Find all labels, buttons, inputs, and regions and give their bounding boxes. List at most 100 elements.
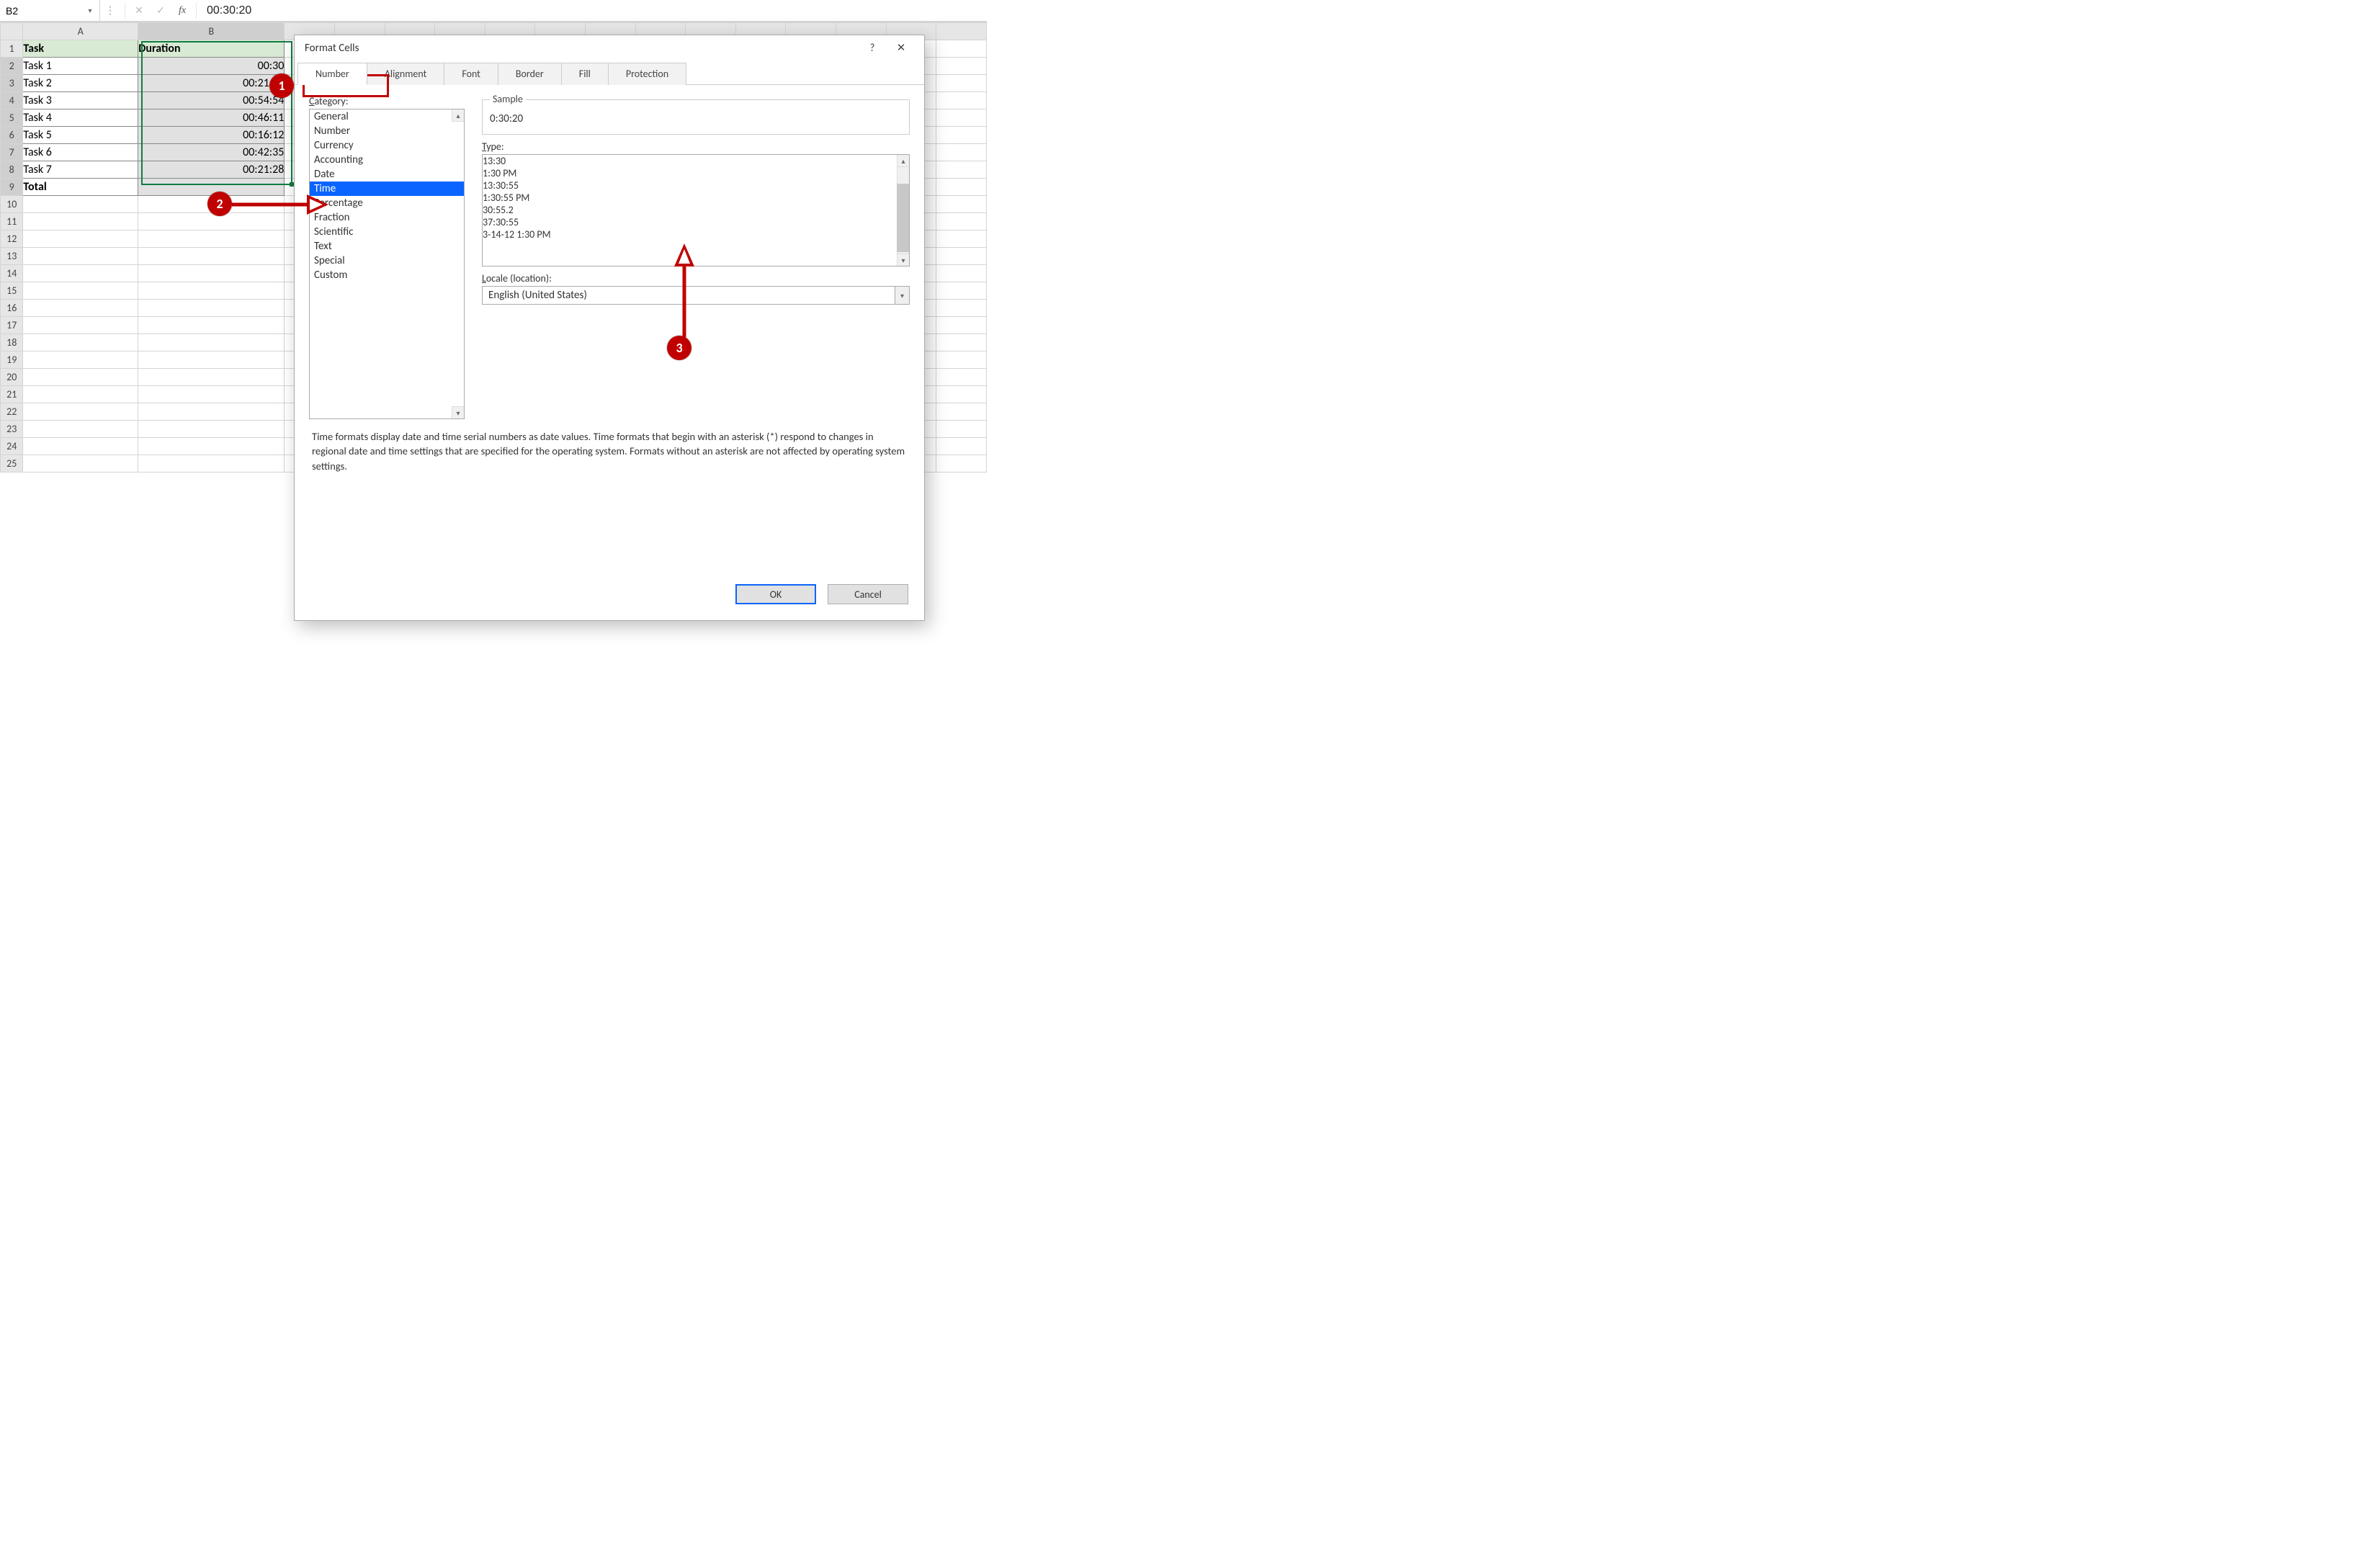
cell[interactable] bbox=[138, 455, 285, 472]
cell[interactable] bbox=[936, 386, 987, 403]
help-button[interactable]: ? bbox=[858, 42, 887, 55]
cell[interactable]: Task 1 bbox=[23, 58, 138, 75]
cell[interactable] bbox=[936, 109, 987, 127]
cell[interactable] bbox=[23, 438, 138, 455]
cell[interactable]: Task 2 bbox=[23, 75, 138, 92]
category-option[interactable]: General bbox=[310, 109, 464, 124]
cell[interactable]: Task 6 bbox=[23, 144, 138, 161]
category-list[interactable]: ▴ ▾ GeneralNumberCurrencyAccountingDateT… bbox=[309, 109, 465, 419]
ok-button[interactable]: OK bbox=[735, 584, 816, 604]
cell[interactable]: 00:16:12 bbox=[138, 127, 285, 144]
cell[interactable] bbox=[936, 300, 987, 317]
cell[interactable] bbox=[936, 369, 987, 386]
cell[interactable] bbox=[138, 248, 285, 265]
category-option[interactable]: Special bbox=[310, 254, 464, 268]
confirm-edit-icon[interactable]: ✓ bbox=[150, 0, 171, 21]
cell[interactable]: 00:21:13 bbox=[138, 75, 285, 92]
row-header[interactable]: 1 bbox=[1, 40, 23, 58]
cell[interactable] bbox=[23, 282, 138, 300]
cell[interactable] bbox=[936, 179, 987, 196]
row-header[interactable]: 16 bbox=[1, 300, 23, 317]
cell[interactable] bbox=[138, 386, 285, 403]
type-option[interactable]: 3-14-12 1:30 PM bbox=[483, 228, 909, 241]
cell[interactable] bbox=[936, 438, 987, 455]
cell[interactable] bbox=[138, 282, 285, 300]
close-button[interactable]: ✕ bbox=[887, 41, 916, 55]
category-option[interactable]: Time bbox=[310, 182, 464, 196]
row-header[interactable]: 21 bbox=[1, 386, 23, 403]
category-option[interactable]: Percentage bbox=[310, 196, 464, 210]
select-all-corner[interactable] bbox=[1, 23, 23, 40]
row-header[interactable]: 9 bbox=[1, 179, 23, 196]
cell[interactable] bbox=[138, 403, 285, 421]
row-header[interactable]: 22 bbox=[1, 403, 23, 421]
row-header[interactable]: 19 bbox=[1, 351, 23, 369]
scroll-down-icon[interactable]: ▾ bbox=[897, 254, 909, 266]
row-header[interactable]: 3 bbox=[1, 75, 23, 92]
tab-protection[interactable]: Protection bbox=[608, 63, 686, 85]
cell[interactable] bbox=[23, 230, 138, 248]
row-header[interactable]: 13 bbox=[1, 248, 23, 265]
tab-font[interactable]: Font bbox=[444, 63, 498, 85]
category-option[interactable]: Number bbox=[310, 124, 464, 138]
cell[interactable] bbox=[23, 213, 138, 230]
cell[interactable] bbox=[936, 282, 987, 300]
scroll-up-icon[interactable]: ▴ bbox=[897, 155, 909, 167]
tab-border[interactable]: Border bbox=[498, 63, 562, 85]
cell[interactable] bbox=[23, 351, 138, 369]
formula-input[interactable] bbox=[200, 3, 987, 19]
cell[interactable] bbox=[138, 351, 285, 369]
row-header[interactable]: 8 bbox=[1, 161, 23, 179]
category-option[interactable]: Text bbox=[310, 239, 464, 254]
cell[interactable] bbox=[936, 196, 987, 213]
cell[interactable] bbox=[23, 317, 138, 334]
type-option[interactable]: 1:30 PM bbox=[483, 167, 909, 179]
category-option[interactable]: Custom bbox=[310, 268, 464, 282]
cell[interactable] bbox=[936, 455, 987, 472]
type-option[interactable]: 13:30:55 bbox=[483, 179, 909, 192]
scroll-down-icon[interactable]: ▾ bbox=[452, 406, 464, 418]
category-option[interactable]: Date bbox=[310, 167, 464, 182]
row-header[interactable]: 25 bbox=[1, 455, 23, 472]
cell[interactable] bbox=[138, 438, 285, 455]
cell[interactable]: 00:42:35 bbox=[138, 144, 285, 161]
row-header[interactable]: 12 bbox=[1, 230, 23, 248]
cell[interactable]: Task 7 bbox=[23, 161, 138, 179]
tab-alignment[interactable]: Alignment bbox=[367, 63, 445, 85]
cell[interactable] bbox=[23, 386, 138, 403]
col-header-A[interactable]: A bbox=[23, 23, 138, 40]
row-header[interactable]: 10 bbox=[1, 196, 23, 213]
row-header[interactable]: 2 bbox=[1, 58, 23, 75]
cell[interactable] bbox=[936, 351, 987, 369]
cell[interactable] bbox=[23, 455, 138, 472]
cell[interactable] bbox=[936, 161, 987, 179]
row-header[interactable]: 24 bbox=[1, 438, 23, 455]
cell[interactable] bbox=[936, 75, 987, 92]
row-header[interactable]: 20 bbox=[1, 369, 23, 386]
row-header[interactable]: 18 bbox=[1, 334, 23, 351]
cancel-edit-icon[interactable]: ✕ bbox=[128, 0, 150, 21]
cell[interactable] bbox=[23, 248, 138, 265]
tab-number[interactable]: Number bbox=[297, 63, 367, 85]
cell[interactable] bbox=[936, 248, 987, 265]
cell[interactable] bbox=[138, 421, 285, 438]
cell[interactable] bbox=[936, 40, 987, 58]
fx-icon[interactable]: fx bbox=[171, 0, 193, 21]
cell[interactable]: 00:30 bbox=[138, 58, 285, 75]
name-box-dropdown-icon[interactable]: ▾ bbox=[85, 6, 95, 16]
chevron-down-icon[interactable]: ▾ bbox=[895, 287, 909, 304]
row-header[interactable]: 11 bbox=[1, 213, 23, 230]
category-option[interactable]: Currency bbox=[310, 138, 464, 153]
cell[interactable] bbox=[138, 334, 285, 351]
cell[interactable] bbox=[23, 334, 138, 351]
type-option[interactable]: 30:55.2 bbox=[483, 204, 909, 216]
cell[interactable] bbox=[936, 213, 987, 230]
header-duration[interactable]: Duration bbox=[138, 40, 285, 58]
cell[interactable] bbox=[936, 92, 987, 109]
cell[interactable]: Task 4 bbox=[23, 109, 138, 127]
row-header[interactable]: 23 bbox=[1, 421, 23, 438]
cell[interactable] bbox=[936, 58, 987, 75]
total-label[interactable]: Total bbox=[23, 179, 138, 196]
name-box[interactable] bbox=[0, 4, 85, 18]
row-header[interactable]: 14 bbox=[1, 265, 23, 282]
